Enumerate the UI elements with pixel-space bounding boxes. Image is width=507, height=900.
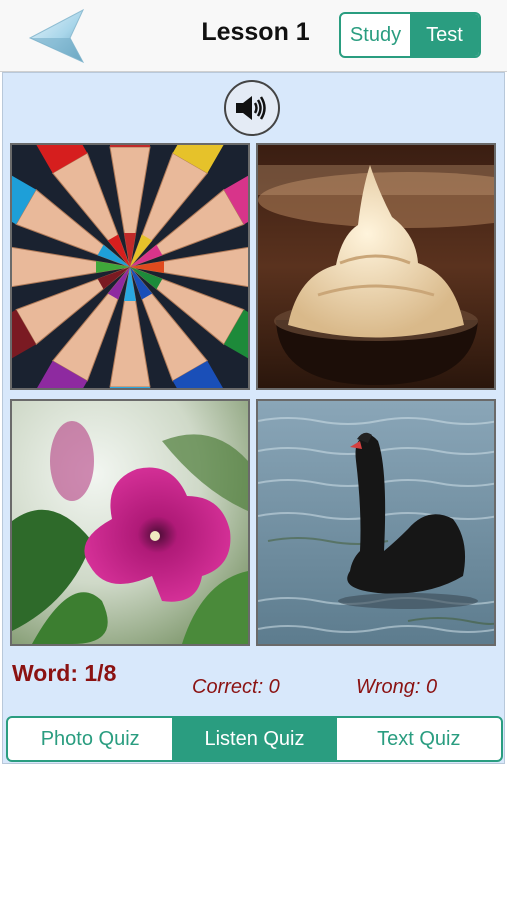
photo-option-pencils[interactable] (10, 143, 250, 390)
navigation-bar: Lesson 1 Study Test (0, 0, 507, 72)
correct-count: Correct: 0 (192, 676, 280, 698)
quiz-panel: Word: 1/8 Correct: 0 Wrong: 0 Photo Quiz… (2, 72, 505, 764)
study-test-toggle: Study Test (339, 12, 481, 58)
wrong-count: Wrong: 0 (356, 676, 438, 698)
photo-option-swan[interactable] (256, 399, 496, 646)
test-segment[interactable]: Test (410, 14, 479, 56)
word-progress: Word: 1/8 (12, 660, 117, 686)
photo-option-ice-cream[interactable] (256, 143, 496, 390)
tab-listen-quiz[interactable]: Listen Quiz (172, 718, 337, 760)
tab-text-quiz[interactable]: Text Quiz (337, 718, 501, 760)
quiz-mode-tabs: Photo Quiz Listen Quiz Text Quiz (6, 716, 503, 762)
photo-option-flower[interactable] (10, 399, 250, 646)
tab-photo-quiz[interactable]: Photo Quiz (8, 718, 172, 760)
study-segment[interactable]: Study (341, 14, 410, 56)
speaker-icon[interactable] (224, 80, 280, 136)
